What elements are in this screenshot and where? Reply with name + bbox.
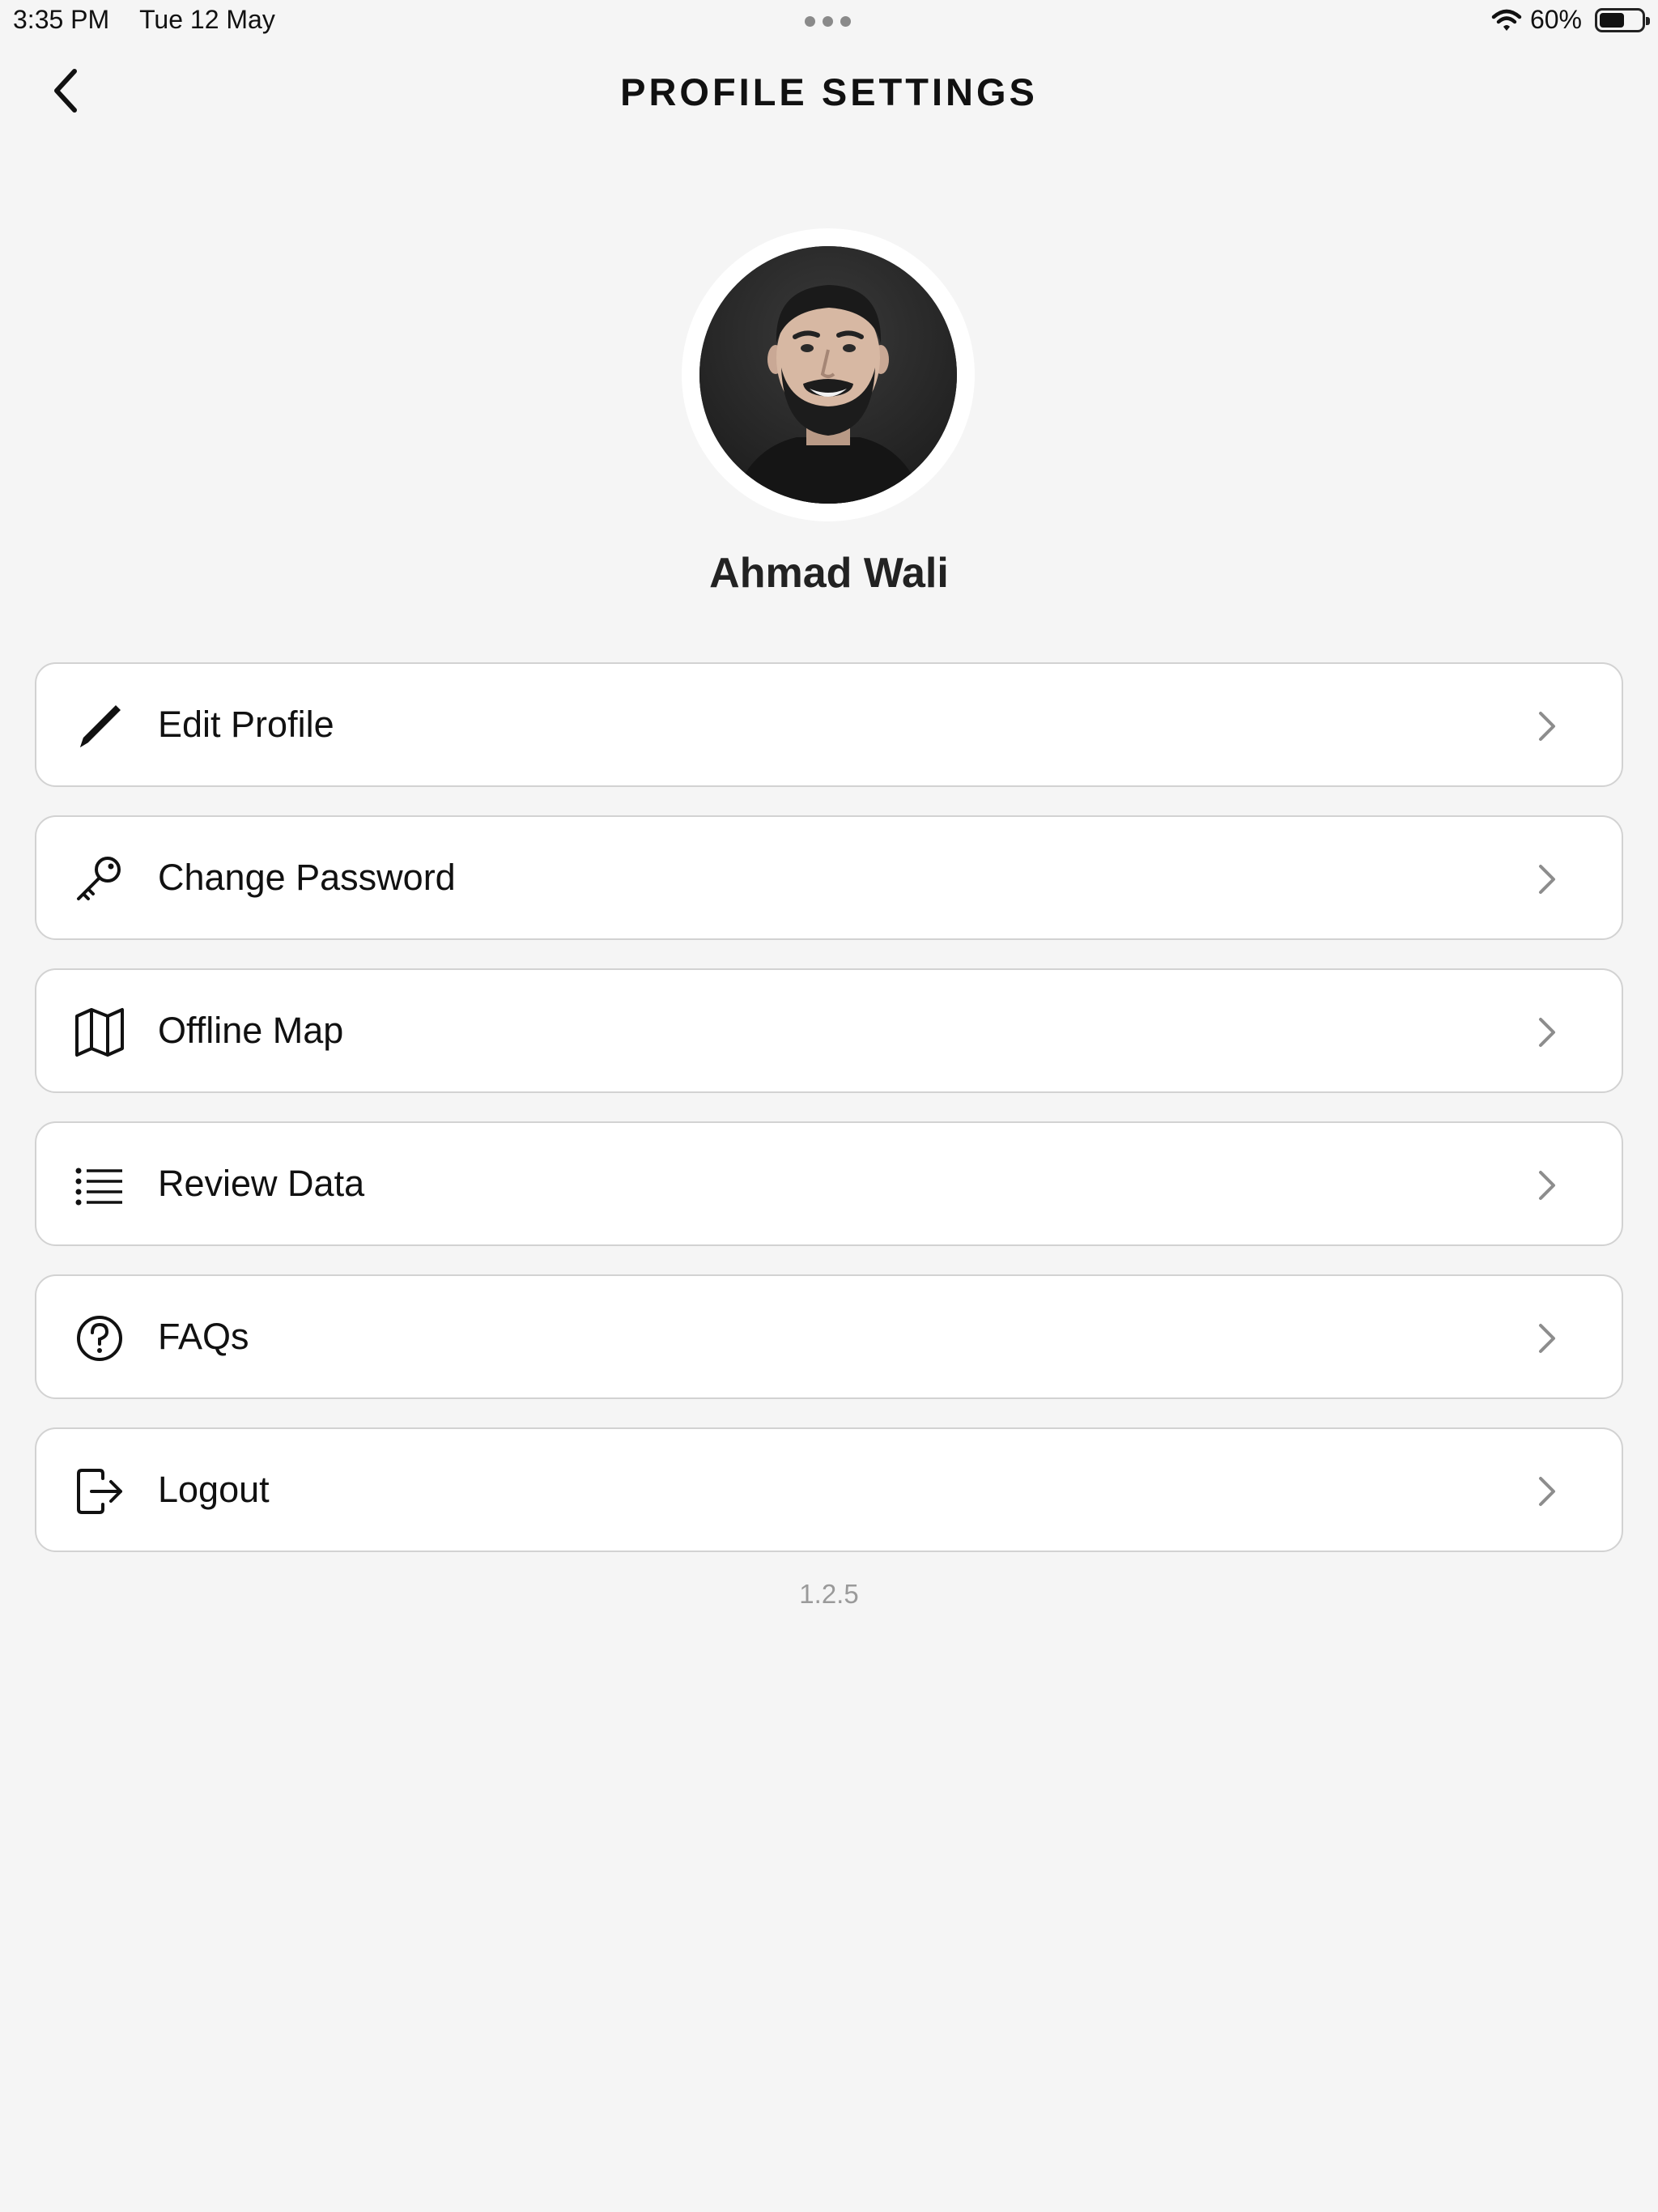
list-icon — [75, 1168, 122, 1206]
chevron-right-icon — [1539, 1324, 1555, 1353]
page-title: PROFILE SETTINGS — [620, 70, 1038, 113]
chevron-right-icon — [1539, 712, 1555, 741]
menu-item-offline-map[interactable]: Offline Map — [35, 968, 1623, 1093]
avatar[interactable] — [699, 246, 957, 504]
chevron-right-icon — [1539, 1018, 1555, 1047]
user-name: Ahmad Wali — [709, 550, 949, 597]
menu-item-label: Change Password — [158, 857, 456, 898]
menu-item-label: Logout — [158, 1469, 270, 1510]
menu-item-label: FAQs — [158, 1316, 249, 1357]
chevron-right-icon — [1539, 865, 1555, 894]
profile-settings-screen: 3:35 PM Tue 12 May 60% PROFILE SETTINGS — [0, 0, 1658, 2212]
pencil-icon — [80, 705, 121, 747]
avatar-photo — [699, 246, 957, 504]
question-circle-icon — [77, 1316, 122, 1361]
menu-item-label: Review Data — [158, 1163, 365, 1204]
menu-item-faqs[interactable]: FAQs — [35, 1274, 1623, 1399]
battery-percent: 60% — [1529, 5, 1582, 34]
menu-item-label: Edit Profile — [158, 704, 334, 745]
status-date: Tue 12 May — [139, 5, 275, 34]
status-time: 3:35 PM — [13, 5, 110, 34]
menu-item-change-password[interactable]: Change Password — [35, 815, 1623, 940]
menu-item-label: Offline Map — [158, 1010, 344, 1051]
chevron-right-icon — [1539, 1477, 1555, 1506]
menu-item-review-data[interactable]: Review Data — [35, 1121, 1623, 1246]
menu-item-logout[interactable]: Logout — [35, 1427, 1623, 1552]
map-icon — [75, 1008, 124, 1057]
key-icon — [77, 857, 121, 900]
wifi-icon — [1491, 9, 1522, 31]
header: PROFILE SETTINGS — [0, 55, 1658, 128]
logout-icon — [77, 1469, 122, 1514]
multitasking-indicator[interactable] — [805, 16, 851, 27]
battery-icon — [1595, 7, 1650, 32]
settings-menu: Edit Profile Change Password Offline Map — [35, 662, 1623, 1580]
avatar-ring — [682, 228, 975, 521]
status-bar: 3:35 PM Tue 12 May 60% — [0, 0, 1658, 44]
status-time-date: 3:35 PM Tue 12 May — [13, 5, 275, 35]
app-version: 1.2.5 — [799, 1579, 859, 1609]
status-indicators: 60% — [1491, 5, 1650, 35]
menu-item-edit-profile[interactable]: Edit Profile — [35, 662, 1623, 787]
chevron-right-icon — [1539, 1171, 1555, 1200]
